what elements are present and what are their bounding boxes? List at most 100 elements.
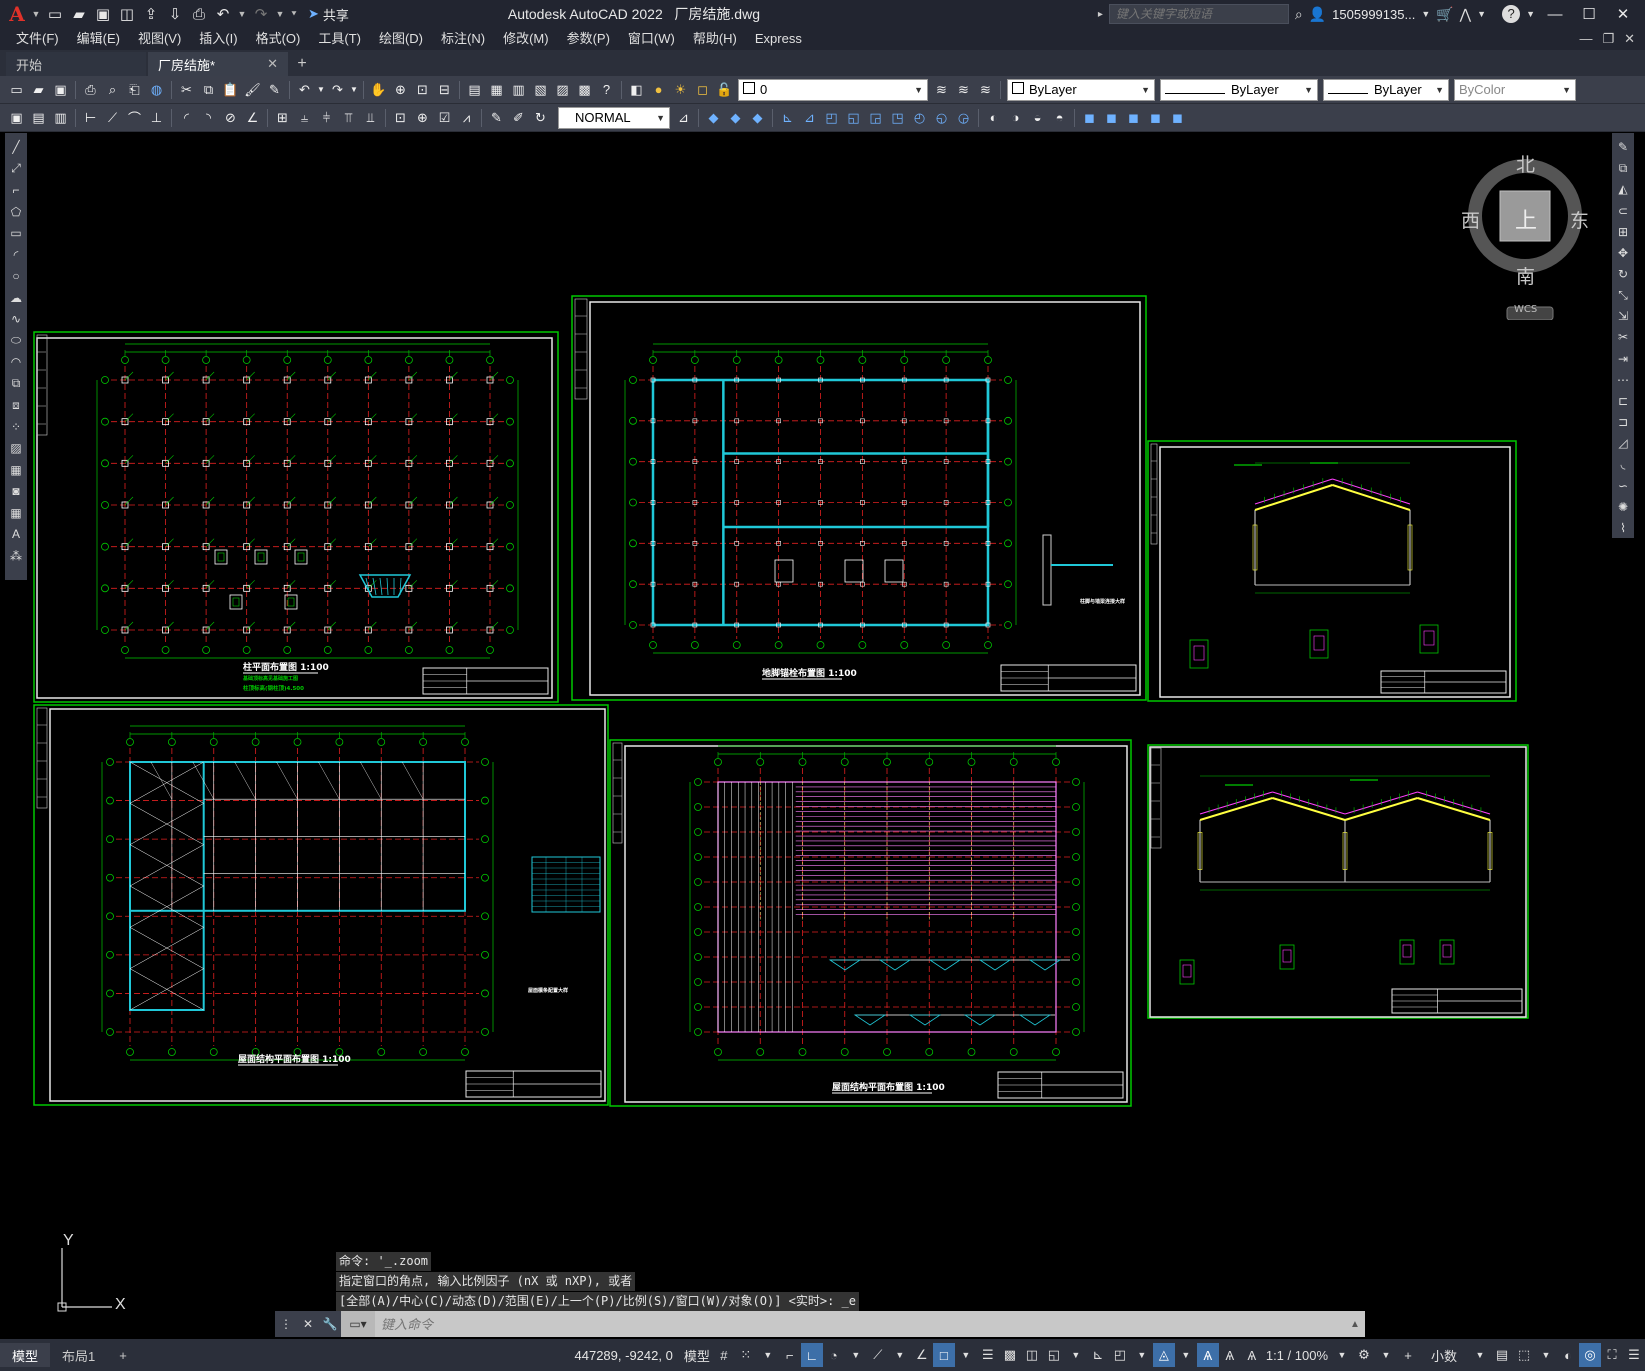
lineweight-icon[interactable]: ☰ xyxy=(977,1343,999,1367)
user-icon[interactable]: 👤 xyxy=(1309,6,1326,23)
view-left-icon[interactable]: ◆ xyxy=(747,107,768,128)
menu-parametric[interactable]: 参数(P) xyxy=(558,28,619,50)
menu-draw[interactable]: 绘图(D) xyxy=(370,28,432,50)
layer-previous-icon[interactable]: ≋ xyxy=(953,79,974,100)
menu-edit[interactable]: 编辑(E) xyxy=(68,28,129,50)
ortho-icon[interactable]: ∟ xyxy=(800,1343,823,1367)
coordinates-readout[interactable]: 447289, -9242, 0 xyxy=(575,1348,673,1363)
new-file-icon[interactable]: ▭ xyxy=(44,4,66,24)
workspace-gear-icon[interactable]: ⚙ xyxy=(1353,1343,1375,1367)
extend-icon[interactable]: ⇥ xyxy=(1613,349,1633,369)
wcs-menu[interactable]: WCS xyxy=(1514,304,1537,315)
units-value[interactable]: 小数 xyxy=(1419,1343,1469,1367)
new-tab-button[interactable]: + xyxy=(290,52,314,76)
redo-dropdown-icon[interactable]: ▼ xyxy=(349,79,359,100)
customization-icon[interactable]: ☰ xyxy=(1623,1343,1645,1367)
redo-icon[interactable]: ↷ xyxy=(327,79,348,100)
layer-on-icon[interactable]: ● xyxy=(648,79,669,100)
plotstyle-dropdown[interactable]: ByColor ▼ xyxy=(1454,78,1576,101)
arc-icon[interactable]: ◜ xyxy=(6,245,26,266)
zoom-realtime-icon[interactable]: ⊕ xyxy=(390,79,411,100)
undo-dropdown-icon[interactable]: ▼ xyxy=(316,79,326,100)
menu-insert[interactable]: 插入(I) xyxy=(190,28,246,50)
tolerance-icon[interactable]: ⊡ xyxy=(390,107,411,128)
help-icon[interactable]: ? xyxy=(1502,5,1521,23)
tool-palettes-icon[interactable]: ▥ xyxy=(508,79,529,100)
layer-lock-icon[interactable]: 🔓 xyxy=(714,79,735,100)
layer-viewport-icon[interactable]: ◻ xyxy=(692,79,713,100)
extrude-icon[interactable]: ◼ xyxy=(1101,107,1122,128)
ucs-origin-icon[interactable]: ◴ xyxy=(909,107,930,128)
a360-dropdown-icon[interactable]: ▼ xyxy=(1477,9,1486,19)
menu-view[interactable]: 视图(V) xyxy=(129,28,190,50)
workspace-dropdown-icon[interactable]: ▼ xyxy=(1375,1343,1397,1367)
ellipse-icon[interactable]: ⬭ xyxy=(6,331,26,352)
quick-dim-icon[interactable]: ⊞ xyxy=(272,107,293,128)
a360-icon[interactable]: ⋀ xyxy=(1460,6,1471,23)
viewcube[interactable]: 北 南 东 西 上 WCS xyxy=(1461,150,1590,321)
paste-icon[interactable]: 📋 xyxy=(220,79,241,100)
menu-express[interactable]: Express xyxy=(746,28,811,50)
copy-icon[interactable]: ⧉ xyxy=(198,79,219,100)
dim-break-icon[interactable]: ⫫ xyxy=(360,107,381,128)
tab-drawing[interactable]: 厂房结施* ✕ xyxy=(148,52,288,76)
visual-style-icon[interactable]: ◐ xyxy=(983,107,1004,128)
fillet-icon[interactable]: ◟ xyxy=(1613,454,1633,474)
block-icon[interactable]: ▤ xyxy=(28,107,49,128)
make-block-icon[interactable]: ⧈ xyxy=(6,395,26,416)
copy-object-icon[interactable]: ⧉ xyxy=(1613,158,1633,178)
menu-dimension[interactable]: 标注(N) xyxy=(432,28,494,50)
aligned-dim-icon[interactable]: ⟋ xyxy=(102,107,123,128)
spline-icon[interactable]: ∿ xyxy=(6,309,26,330)
help-search-input[interactable] xyxy=(1108,4,1289,24)
stretch-icon[interactable]: ⇲ xyxy=(1613,306,1633,326)
lineweight-dropdown[interactable]: ByLayer ▼ xyxy=(1323,78,1449,101)
chamfer-icon[interactable]: ◿ xyxy=(1613,433,1633,453)
join-icon[interactable]: ⊐ xyxy=(1613,412,1633,432)
command-history-toggle-icon[interactable]: ▲ xyxy=(1345,1319,1365,1330)
scale-dropdown-icon[interactable]: ▼ xyxy=(1331,1343,1353,1367)
ellipse-arc-icon[interactable]: ◠ xyxy=(6,352,26,373)
block-editor-icon[interactable]: ✎ xyxy=(264,79,285,100)
color-dropdown[interactable]: ByLayer ▼ xyxy=(1007,78,1155,101)
hatch-icon[interactable]: ▨ xyxy=(6,438,26,459)
menu-help[interactable]: 帮助(H) xyxy=(684,28,746,50)
view-top-icon[interactable]: ◆ xyxy=(703,107,724,128)
auto-scale-icon[interactable]: Ѧ xyxy=(1219,1343,1241,1367)
layer-properties-icon[interactable]: ◧ xyxy=(626,79,647,100)
infer-constraints-icon[interactable]: ⌐ xyxy=(779,1343,801,1367)
point-icon[interactable]: ⁘ xyxy=(6,417,26,438)
cut-icon[interactable]: ✂ xyxy=(176,79,197,100)
ucs-icon[interactable]: ⊾ xyxy=(777,107,798,128)
user-account[interactable]: 1505999135... xyxy=(1332,7,1415,22)
trim-icon[interactable]: ✂ xyxy=(1613,327,1633,347)
rotate-icon[interactable]: ↻ xyxy=(1613,264,1633,284)
recent-commands-icon[interactable]: ▭▾ xyxy=(341,1311,375,1337)
dimstyle-dropdown[interactable]: NORMAL ▼ xyxy=(558,106,670,129)
open-web-icon[interactable]: ⇪ xyxy=(140,4,162,24)
dim-edit-icon[interactable]: ✎ xyxy=(486,107,507,128)
ordinate-dim-icon[interactable]: ⊥ xyxy=(146,107,167,128)
make-current-layer-icon[interactable]: ≋ xyxy=(931,79,952,100)
array-icon[interactable]: ⊞ xyxy=(1613,222,1633,242)
3d-osnap-icon[interactable]: ◱ xyxy=(1043,1343,1065,1367)
break-at-point-icon[interactable]: ⋯ xyxy=(1613,370,1633,390)
continue-dim-icon[interactable]: ⫩ xyxy=(316,107,337,128)
save-web-icon[interactable]: ⇩ xyxy=(164,4,186,24)
save-as-icon[interactable]: ◫ xyxy=(116,4,138,24)
doc-minimize-button[interactable]: — xyxy=(1579,31,1592,47)
layer-walk-icon[interactable]: ▥ xyxy=(50,107,71,128)
transparency-icon[interactable]: ▩ xyxy=(999,1343,1021,1367)
scale-icon[interactable]: ⤡ xyxy=(1613,285,1633,305)
mtext-icon[interactable]: A xyxy=(6,524,26,545)
close-window-button[interactable]: ✕ xyxy=(1609,5,1637,23)
isodraft-dropdown-icon[interactable]: ▼ xyxy=(889,1343,911,1367)
table-icon[interactable]: ▦ xyxy=(6,503,26,524)
3d-osnap-dropdown-icon[interactable]: ▼ xyxy=(1065,1343,1087,1367)
viewcube-top-face[interactable]: 上 xyxy=(1515,203,1537,235)
tab-model[interactable]: 模型 xyxy=(0,1343,51,1367)
osnap-dropdown-icon[interactable]: ▼ xyxy=(955,1343,977,1367)
plot-icon[interactable]: ⎙ xyxy=(80,79,101,100)
user-dropdown-icon[interactable]: ▼ xyxy=(1421,9,1430,19)
view-bottom-icon[interactable]: ◆ xyxy=(725,107,746,128)
